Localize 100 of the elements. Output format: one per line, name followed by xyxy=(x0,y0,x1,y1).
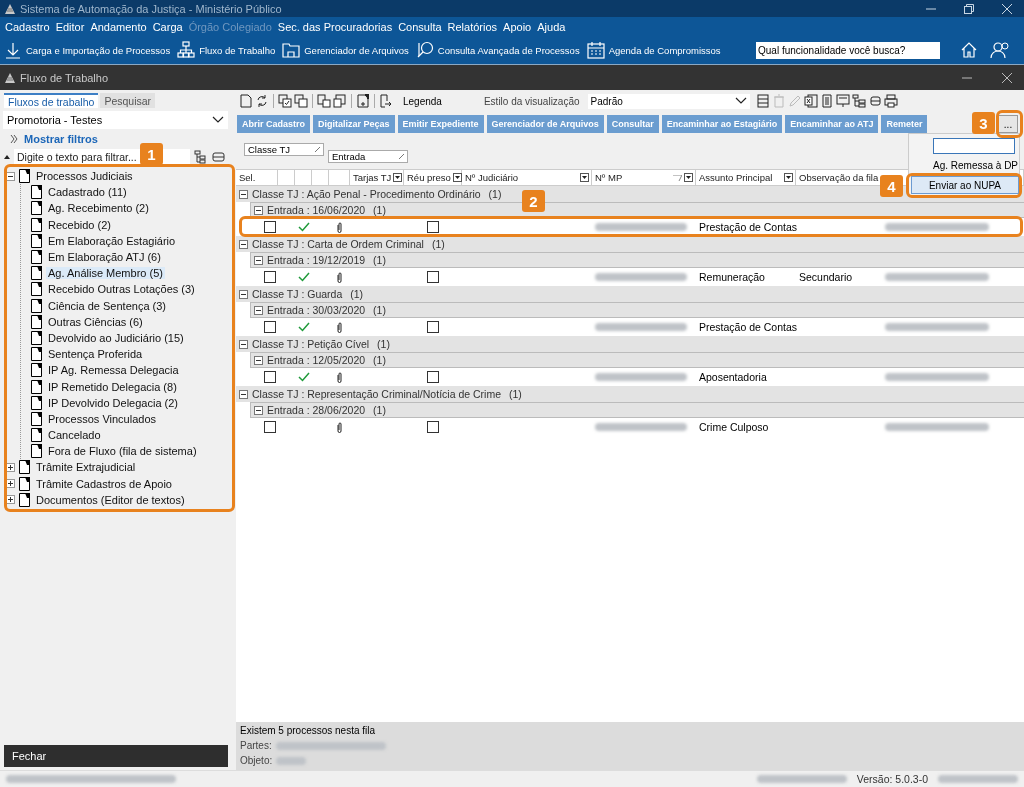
menu-item[interactable]: Ag. Remessa à DP xyxy=(933,160,1019,171)
new-document-icon[interactable] xyxy=(356,94,370,108)
toolbar-button[interactable]: Carga e Importação de Processos xyxy=(4,41,171,59)
user-icon[interactable] xyxy=(990,41,1010,59)
toolbar-button[interactable]: Consulta Avançada de Processos xyxy=(415,41,580,59)
filter-dropdown-icon[interactable] xyxy=(784,173,793,182)
tree-item[interactable]: Trâmite Extrajudicial xyxy=(34,461,138,474)
filter-dropdown-icon[interactable] xyxy=(580,173,589,182)
collapse-arrow-icon[interactable] xyxy=(4,155,10,159)
filter-dropdown-icon[interactable] xyxy=(452,173,462,182)
menu-item[interactable]: Consulta xyxy=(395,20,445,33)
restore-icon[interactable] xyxy=(964,3,974,14)
expand-icon[interactable] xyxy=(6,462,15,472)
collapse-icon[interactable] xyxy=(254,305,263,315)
close-icon[interactable] xyxy=(1002,72,1012,83)
more-button[interactable]: ... xyxy=(998,115,1018,133)
checkbox-icon[interactable] xyxy=(264,271,276,283)
collapse-icon[interactable] xyxy=(254,255,263,265)
tree-item[interactable]: IP Ag. Remessa Delegacia xyxy=(46,364,181,377)
menu-item[interactable]: Editor xyxy=(52,20,88,33)
filter-dropdown-icon[interactable] xyxy=(684,173,693,182)
menu-item[interactable]: Sec. das Procuradorias xyxy=(274,20,396,33)
refresh-icon[interactable] xyxy=(255,94,269,108)
collapse-icon[interactable] xyxy=(254,355,263,365)
toolbar-button[interactable]: Agenda de Compromissos xyxy=(586,41,721,59)
tree-item[interactable]: Cadastrado (11) xyxy=(46,186,129,199)
tab[interactable]: Fluxos de trabalho xyxy=(4,93,99,108)
checkbox-icon[interactable] xyxy=(264,421,276,433)
printer-icon[interactable] xyxy=(883,94,898,108)
tree-item[interactable]: Recebido (2) xyxy=(46,218,113,231)
expand-icon[interactable] xyxy=(6,479,15,489)
tree-item[interactable]: Documentos (Editor de textos) xyxy=(34,493,187,506)
excel-icon[interactable] xyxy=(803,94,818,108)
checkbox-icon[interactable] xyxy=(427,421,439,433)
paste-icon[interactable] xyxy=(317,94,331,108)
document-icon[interactable] xyxy=(239,94,253,108)
tree-item[interactable]: Devolvido ao Judiciário (15) xyxy=(46,331,186,344)
monitor-icon[interactable] xyxy=(835,94,850,108)
collapse-icon[interactable] xyxy=(254,205,263,215)
menu-item[interactable]: Ajuda xyxy=(534,20,569,33)
view-style-dropdown[interactable]: Padrão xyxy=(587,93,750,109)
tree-item[interactable]: Fora de Fluxo (fila de sistema) xyxy=(46,445,199,458)
toolbar-button[interactable]: Gerenciador de Arquivos xyxy=(282,41,409,59)
close-button[interactable]: Fechar xyxy=(4,745,228,767)
group-by-chip[interactable]: Entrada xyxy=(328,150,408,163)
tree-item[interactable]: Em Elaboração ATJ (6) xyxy=(46,251,163,264)
list-view-icon[interactable] xyxy=(867,94,882,108)
checkbox-icon[interactable] xyxy=(427,271,439,283)
group-count: (1) xyxy=(373,304,386,316)
checkbox-icon[interactable] xyxy=(427,371,439,383)
copy-icon[interactable] xyxy=(294,94,308,108)
tree-item[interactable]: Trâmite Cadastros de Apoio xyxy=(34,477,174,490)
export-icon[interactable] xyxy=(379,94,393,108)
checkbox-icon[interactable] xyxy=(427,221,439,233)
collapse-icon[interactable] xyxy=(6,171,15,181)
tree-item[interactable]: Ag. Recebimento (2) xyxy=(46,202,151,215)
home-icon[interactable] xyxy=(960,41,978,59)
collapse-icon[interactable] xyxy=(239,189,248,199)
collapse-icon[interactable] xyxy=(239,289,248,299)
tree-item[interactable]: Cancelado xyxy=(46,429,103,442)
filter-dropdown-icon[interactable] xyxy=(393,173,403,182)
tree-item[interactable]: Outras Ciências (6) xyxy=(46,315,145,328)
checkbox-icon[interactable] xyxy=(264,321,276,333)
save-copy-icon[interactable] xyxy=(333,94,347,108)
expand-icon[interactable] xyxy=(6,495,15,505)
tab[interactable]: Pesquisar xyxy=(100,93,156,108)
menu-item[interactable]: Apoio xyxy=(500,20,535,33)
tree-item[interactable]: Ciência de Sentença (3) xyxy=(46,299,168,312)
collapse-icon[interactable] xyxy=(254,405,263,415)
tree-item[interactable]: IP Remetido Delegacia (8) xyxy=(46,380,179,393)
menu-button[interactable]: Enviar ao NUPA xyxy=(911,176,1019,194)
tree-view-icon[interactable] xyxy=(851,94,866,108)
checkbox-icon[interactable] xyxy=(264,371,276,383)
search-field[interactable]: Qual funcionalidade você busca? xyxy=(756,41,940,59)
tree-item[interactable]: Processos Vinculados xyxy=(46,412,159,425)
menu-item[interactable]: Carga xyxy=(149,20,186,33)
checkbox-icon[interactable] xyxy=(264,221,276,233)
checked-copy-icon[interactable] xyxy=(278,94,292,108)
tree-view-icon[interactable] xyxy=(194,150,208,164)
tree-item[interactable]: Sentença Proferida xyxy=(46,348,145,361)
collapse-icon[interactable] xyxy=(239,339,248,349)
close-icon[interactable] xyxy=(1002,3,1012,14)
menu-item[interactable]: Andamento xyxy=(87,20,150,33)
input-field[interactable] xyxy=(933,138,1015,154)
tree-item[interactable]: Ag. Análise Membro (5) xyxy=(46,267,165,280)
tree-item[interactable]: IP Devolvido Delegacia (2) xyxy=(46,396,181,409)
tree-item[interactable]: Processos Judiciais xyxy=(34,170,135,183)
tree-item[interactable]: Em Elaboração Estagiário xyxy=(46,234,178,247)
menu-item[interactable]: Relatórios xyxy=(444,20,501,33)
save-icon[interactable] xyxy=(755,94,770,108)
show-filters-link[interactable]: Mostrar filtros xyxy=(24,133,98,145)
menu-item[interactable]: Cadastro xyxy=(2,20,53,33)
group-by-chip[interactable]: Classe TJ xyxy=(244,143,324,156)
profile-dropdown[interactable]: Promotoria - Testes xyxy=(3,111,228,129)
tree-item[interactable]: Recebido Outras Lotações (3) xyxy=(46,283,197,296)
list-view-icon[interactable] xyxy=(212,151,226,163)
checkbox-icon[interactable] xyxy=(427,321,439,333)
toolbar-button[interactable]: Fluxo de Trabalho xyxy=(177,41,276,59)
collapse-icon[interactable] xyxy=(239,239,248,249)
collapse-icon[interactable] xyxy=(239,389,248,399)
